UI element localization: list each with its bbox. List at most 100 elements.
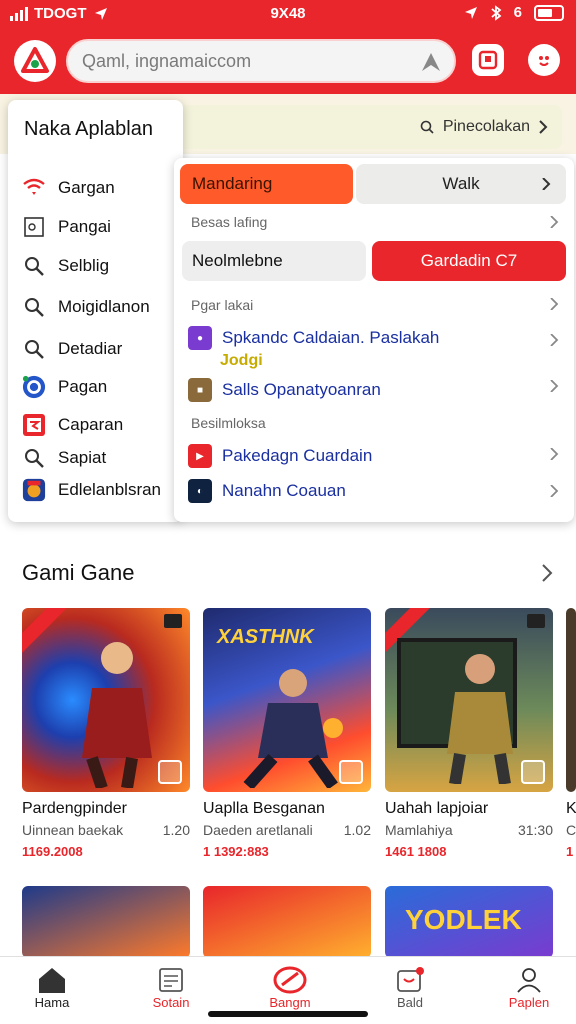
list-item-label: Salls Opanatyoanran bbox=[222, 380, 381, 399]
voice-search-icon[interactable] bbox=[418, 49, 444, 75]
segment-walk[interactable]: Walk bbox=[356, 164, 566, 204]
hero-figure bbox=[447, 654, 513, 784]
art-title: XASTHNK bbox=[217, 626, 314, 648]
app-menu-panel: Naka Aplablan Gargan Pangai Selblig Moig… bbox=[8, 100, 183, 522]
game-subtitle: Daeden aretlanali bbox=[203, 822, 313, 838]
game-price: 1461 1808 bbox=[385, 844, 447, 859]
game-art-6[interactable] bbox=[203, 886, 371, 958]
nav-sotain[interactable]: Sotain bbox=[121, 965, 221, 1010]
hero-figure bbox=[243, 669, 343, 788]
navigation-icon bbox=[464, 6, 477, 19]
game-art-2: XASTHNK bbox=[203, 608, 371, 792]
game-art-7[interactable]: YODLEK bbox=[385, 886, 553, 958]
list-item[interactable]: ● Spkandc Caldaian. Paslakah bbox=[188, 326, 439, 350]
promo-link[interactable]: Pinecolakan bbox=[142, 105, 562, 149]
home-indicator[interactable] bbox=[208, 1011, 368, 1017]
nav-label: Bangm bbox=[269, 995, 311, 1010]
game-price: 1 1392:883 bbox=[203, 844, 269, 859]
menu-item-label: Edlelanblsran bbox=[58, 480, 162, 499]
add-icon bbox=[521, 760, 545, 784]
header-bar: TDOGT 9X48 6 bbox=[0, 0, 576, 94]
chevron-right-icon[interactable] bbox=[548, 448, 560, 460]
menu-item-label: Selblig bbox=[58, 256, 110, 275]
logo-icon bbox=[21, 47, 49, 73]
segment-label: Walk bbox=[442, 174, 480, 193]
app-logo[interactable] bbox=[14, 40, 56, 82]
search-icon bbox=[420, 120, 434, 134]
chevron-right-icon bbox=[542, 178, 551, 190]
add-icon bbox=[339, 760, 363, 784]
chat-button[interactable] bbox=[528, 44, 560, 76]
game-card[interactable]: Uahah lapjoiar Mamlahiya 31:30 1461 1808 bbox=[385, 608, 553, 859]
game-subtitle: Uinnean baekak bbox=[22, 822, 124, 838]
scan-button[interactable] bbox=[472, 44, 504, 76]
app-red-icon: ▶ bbox=[188, 444, 212, 468]
add-icon bbox=[158, 760, 182, 784]
menu-item-label: Moigidlanon bbox=[58, 297, 150, 316]
nav-home[interactable]: Hama bbox=[2, 965, 102, 1010]
promo-label: Pinecolakan bbox=[442, 118, 530, 135]
menu-item-detadiar[interactable]: Detadiar bbox=[22, 337, 122, 361]
menu-item-label: Pagan bbox=[58, 377, 108, 396]
nav-label: Sotain bbox=[152, 995, 190, 1010]
menu-item-caparan[interactable]: Caparan bbox=[22, 413, 123, 437]
menu-item-sapiat[interactable]: Sapiat bbox=[22, 446, 106, 470]
game-art-1 bbox=[22, 608, 190, 792]
menu-item-pangai[interactable]: Pangai bbox=[22, 215, 111, 239]
segment-option[interactable]: Neolmlebne bbox=[182, 241, 366, 281]
chevron-right-icon[interactable] bbox=[548, 298, 560, 310]
game-rating: 31:30 bbox=[517, 822, 553, 838]
bluetooth-icon bbox=[491, 4, 502, 21]
chevron-right-icon[interactable] bbox=[548, 380, 560, 392]
app-purple-icon: ● bbox=[188, 326, 212, 350]
subheading: Pgar lakai bbox=[191, 297, 254, 313]
game-art-3 bbox=[385, 608, 553, 792]
game-title: Pardengpinder bbox=[22, 800, 127, 817]
subheading: Besas lafing bbox=[191, 214, 268, 230]
chevron-right-icon[interactable] bbox=[548, 216, 560, 228]
menu-item-pagan[interactable]: Pagan bbox=[22, 375, 107, 399]
game-price: 1 bbox=[566, 844, 574, 859]
game-rating: 1.02 bbox=[343, 822, 371, 838]
menu-title: Naka Aplablan bbox=[24, 118, 153, 140]
app-blue-icon bbox=[22, 375, 46, 399]
list-item[interactable]: ▶ Pakedagn Cuardain bbox=[188, 444, 372, 468]
game-card[interactable]: XASTHNK Uaplla Besganan Daeden aretlanal… bbox=[203, 608, 371, 859]
game-art-4 bbox=[566, 608, 576, 792]
chevron-right-icon[interactable] bbox=[548, 334, 560, 346]
app-brown-icon: ■ bbox=[188, 378, 212, 402]
status-bar: TDOGT 9X48 6 bbox=[0, 0, 576, 30]
game-card[interactable]: Pardengpinder Uinnean baekak 1.20 1169.20… bbox=[22, 608, 190, 859]
scan-icon bbox=[478, 50, 498, 70]
game-price: 1169.2008 bbox=[22, 844, 83, 859]
list-item-label: Spkandc Caldaian. Paslakah bbox=[222, 328, 440, 347]
nav-bald[interactable]: Bald bbox=[360, 965, 460, 1010]
menu-item-selblig[interactable]: Selblig bbox=[22, 254, 109, 278]
chevron-right-icon[interactable] bbox=[548, 485, 560, 497]
menu-item-moigidlanon[interactable]: Moigidlanon bbox=[22, 295, 150, 319]
battery-icon bbox=[534, 4, 564, 21]
clock: 9X48 bbox=[270, 5, 306, 22]
game-title: Uaplla Besganan bbox=[203, 800, 325, 817]
badge-icon bbox=[164, 614, 182, 628]
search-bar[interactable] bbox=[66, 39, 456, 83]
list-item[interactable]: ◐ Nanahn Coauan bbox=[188, 479, 346, 503]
nav-profile[interactable]: Paplen bbox=[479, 965, 576, 1010]
search-input[interactable] bbox=[82, 41, 412, 81]
segment-active[interactable]: Mandaring bbox=[180, 164, 353, 204]
list-item-label: Pakedagn Cuardain bbox=[222, 446, 373, 465]
chevron-right-icon[interactable] bbox=[540, 563, 554, 583]
profile-icon bbox=[517, 968, 541, 993]
search-icon bbox=[22, 446, 46, 470]
menu-item-edlelanblsran[interactable]: Edlelanblsran bbox=[22, 478, 161, 502]
controller-icon bbox=[273, 966, 307, 994]
primary-action-button[interactable]: Gardadin C7 bbox=[372, 241, 566, 281]
menu-item-gargan[interactable]: Gargan bbox=[22, 176, 115, 200]
chevron-right-icon bbox=[539, 120, 548, 134]
nav-bangm[interactable]: Bangm bbox=[240, 965, 340, 1010]
list-item[interactable]: ■ Salls Opanatyoanran bbox=[188, 378, 381, 402]
game-card-partial[interactable]: K C 1 bbox=[566, 608, 576, 859]
game-art-5[interactable] bbox=[22, 886, 190, 958]
game-title: K bbox=[566, 800, 576, 817]
home-icon bbox=[39, 968, 65, 993]
